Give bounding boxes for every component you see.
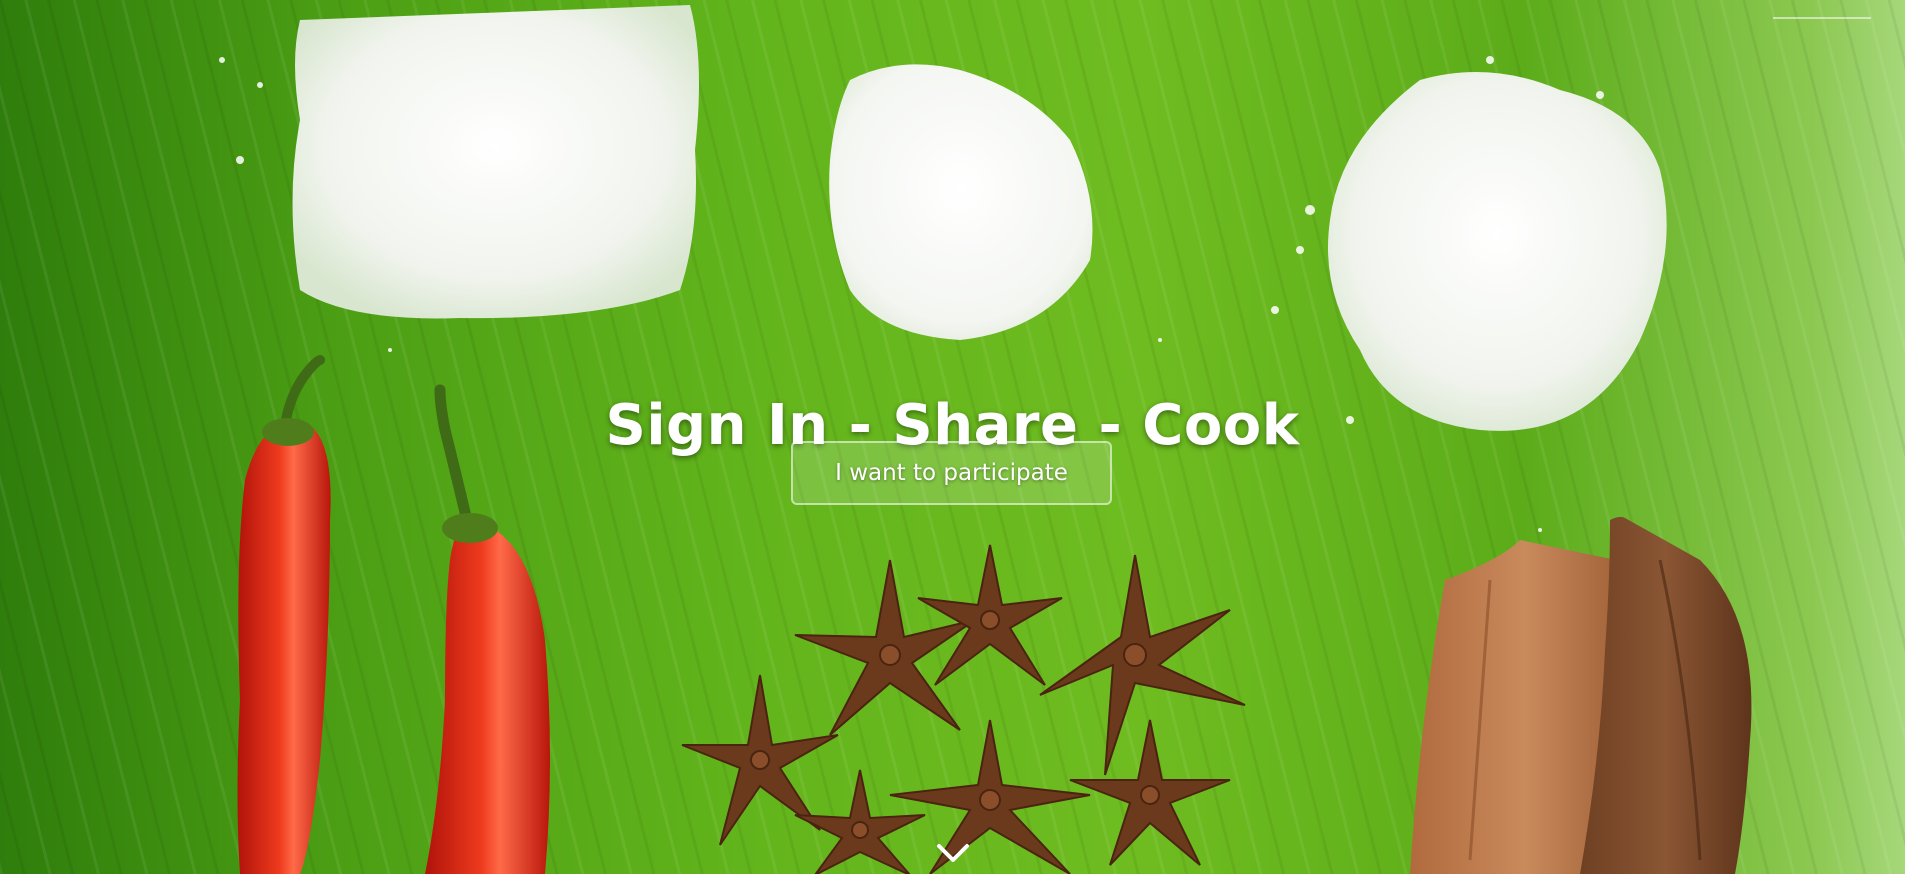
chili-pepper [237, 420, 331, 874]
salt-pile [1328, 72, 1667, 431]
participate-button-label: I want to participate [835, 460, 1068, 486]
sugar-pile [292, 5, 699, 319]
flour-pile [829, 64, 1093, 340]
hero-section: Sign In - Share - Cook I want to partici… [0, 0, 1905, 874]
chili-pepper [425, 520, 550, 874]
chevron-down-icon[interactable] [935, 838, 971, 866]
top-indicator-line [1773, 17, 1871, 19]
star-anise-group [681, 544, 1246, 874]
participate-button[interactable]: I want to participate [791, 441, 1112, 505]
